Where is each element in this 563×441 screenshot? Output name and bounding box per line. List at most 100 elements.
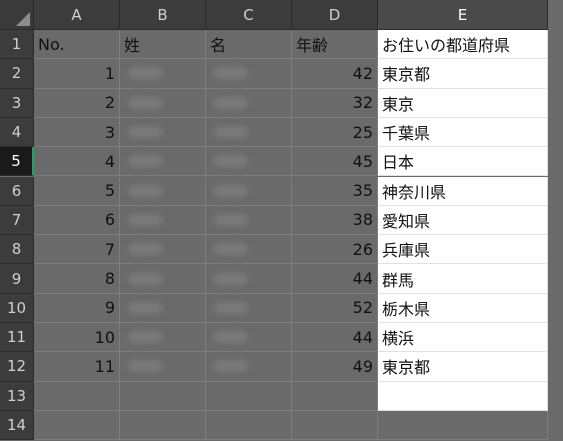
row-header-14[interactable]: 14: [0, 410, 34, 441]
cell-pref[interactable]: 東京: [378, 88, 548, 118]
redacted-text: [128, 155, 162, 168]
row-header-5[interactable]: 5: [0, 147, 34, 177]
cell-age[interactable]: 32: [292, 88, 378, 118]
row-header-11[interactable]: 11: [0, 323, 34, 353]
cell-mei-blurred[interactable]: [206, 117, 292, 148]
cell-pref[interactable]: 兵庫県: [378, 235, 548, 265]
column-header-d[interactable]: D: [292, 0, 378, 30]
column-header-c[interactable]: C: [206, 0, 292, 30]
cell-pref[interactable]: 群馬: [378, 264, 548, 294]
row-header-3[interactable]: 3: [0, 88, 34, 118]
column-header-e[interactable]: E: [378, 0, 548, 30]
redacted-text: [128, 243, 162, 256]
cell-a1-no-header[interactable]: No.: [34, 30, 120, 60]
cell-mei-blurred[interactable]: [206, 264, 292, 294]
row-header-9[interactable]: 9: [0, 264, 34, 294]
row-header-12[interactable]: 12: [0, 352, 34, 382]
cell-no[interactable]: 9: [34, 293, 120, 323]
empty-cell[interactable]: [292, 381, 378, 411]
cell-mei-blurred[interactable]: [206, 235, 292, 265]
empty-cell[interactable]: [120, 410, 206, 441]
cell-sei-blurred[interactable]: [120, 205, 206, 236]
cell-mei-blurred[interactable]: [206, 176, 292, 206]
empty-cell[interactable]: [206, 410, 292, 441]
row-header-7[interactable]: 7: [0, 205, 34, 236]
empty-cell[interactable]: [206, 381, 292, 411]
cell-no[interactable]: 10: [34, 323, 120, 353]
cell-pref[interactable]: 千葉県: [378, 117, 548, 148]
redacted-text: [214, 272, 248, 285]
cell-pref[interactable]: 愛知県: [378, 205, 548, 236]
cell-no[interactable]: 4: [34, 147, 120, 177]
cell-mei-blurred[interactable]: [206, 88, 292, 118]
cell-pref[interactable]: 東京都: [378, 59, 548, 89]
column-header-a[interactable]: A: [34, 0, 120, 30]
cell-mei-blurred[interactable]: [206, 352, 292, 382]
row-header-13[interactable]: 13: [0, 381, 34, 411]
empty-cell[interactable]: [120, 381, 206, 411]
cell-age[interactable]: 44: [292, 323, 378, 353]
cell-mei-blurred[interactable]: [206, 147, 292, 177]
cell-age[interactable]: 35: [292, 176, 378, 206]
cell-no[interactable]: 2: [34, 88, 120, 118]
cell-age[interactable]: 45: [292, 147, 378, 177]
row-header-1[interactable]: 1: [0, 30, 34, 60]
cell-age[interactable]: 52: [292, 293, 378, 323]
row-header-8[interactable]: 8: [0, 235, 34, 265]
cell-mei-blurred[interactable]: [206, 59, 292, 89]
cell-age[interactable]: 44: [292, 264, 378, 294]
redacted-text: [128, 213, 162, 226]
redacted-text: [214, 96, 248, 109]
cell-sei-blurred[interactable]: [120, 352, 206, 382]
cell-sei-blurred[interactable]: [120, 323, 206, 353]
empty-cell[interactable]: [292, 410, 378, 441]
empty-cell[interactable]: [34, 381, 120, 411]
select-all-triangle-icon: [16, 12, 30, 26]
redacted-text: [214, 126, 248, 139]
cell-age[interactable]: 42: [292, 59, 378, 89]
row-header-10[interactable]: 10: [0, 293, 34, 323]
cell-sei-blurred[interactable]: [120, 147, 206, 177]
column-header-b[interactable]: B: [120, 0, 206, 30]
cell-b1-sei-header[interactable]: 姓: [120, 30, 206, 60]
cell-no[interactable]: 1: [34, 59, 120, 89]
cell-age[interactable]: 38: [292, 205, 378, 236]
cell-age[interactable]: 49: [292, 352, 378, 382]
redacted-text: [128, 126, 162, 139]
cell-mei-blurred[interactable]: [206, 205, 292, 236]
cell-age[interactable]: 26: [292, 235, 378, 265]
cell-pref[interactable]: 横浜: [378, 323, 548, 353]
row-header-4[interactable]: 4: [0, 117, 34, 148]
empty-cell[interactable]: [34, 410, 120, 441]
cell-c1-mei-header[interactable]: 名: [206, 30, 292, 60]
cell-sei-blurred[interactable]: [120, 117, 206, 148]
cell-no[interactable]: 8: [34, 264, 120, 294]
cell-no[interactable]: 11: [34, 352, 120, 382]
cell-sei-blurred[interactable]: [120, 264, 206, 294]
cell-sei-blurred[interactable]: [120, 59, 206, 89]
cell-d1-age-header[interactable]: 年齢: [292, 30, 378, 60]
cell-age[interactable]: 25: [292, 117, 378, 148]
cell-pref[interactable]: 東京都: [378, 352, 548, 382]
cell-sei-blurred[interactable]: [120, 293, 206, 323]
cell-pref[interactable]: 日本: [378, 147, 548, 177]
cell-pref[interactable]: 栃木県: [378, 293, 548, 323]
redacted-text: [214, 360, 248, 373]
cell-no[interactable]: 3: [34, 117, 120, 148]
cell-no[interactable]: 6: [34, 205, 120, 236]
select-all-corner[interactable]: [0, 0, 34, 30]
cell-no[interactable]: 7: [34, 235, 120, 265]
row-header-2[interactable]: 2: [0, 59, 34, 89]
cell-sei-blurred[interactable]: [120, 235, 206, 265]
empty-cell[interactable]: [378, 381, 548, 411]
empty-cell[interactable]: [378, 410, 548, 441]
cell-sei-blurred[interactable]: [120, 88, 206, 118]
row-header-6[interactable]: 6: [0, 176, 34, 206]
cell-no[interactable]: 5: [34, 176, 120, 206]
cell-mei-blurred[interactable]: [206, 293, 292, 323]
cell-sei-blurred[interactable]: [120, 176, 206, 206]
redacted-text: [128, 67, 162, 80]
cell-e1-pref-header[interactable]: お住いの都道府県: [378, 30, 548, 60]
cell-mei-blurred[interactable]: [206, 323, 292, 353]
cell-pref[interactable]: 神奈川県: [378, 176, 548, 206]
